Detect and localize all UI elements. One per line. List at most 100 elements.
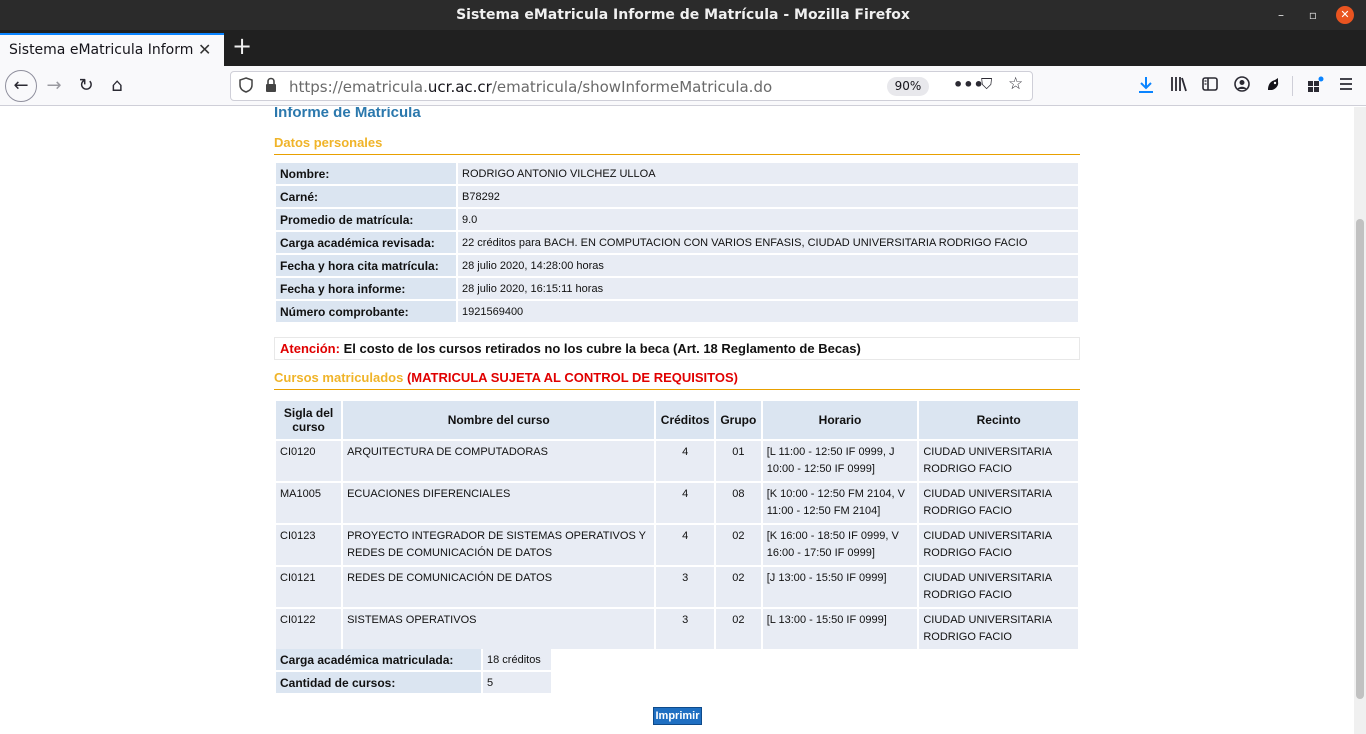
course-group: 02	[715, 567, 761, 607]
url-prefix: https://ematricula.	[289, 78, 428, 96]
field-value: 22 créditos para BACH. EN COMPUTACION CO…	[458, 232, 1078, 253]
column-header: Grupo	[715, 401, 761, 439]
section-divider	[274, 389, 1080, 390]
course-code: CI0120	[276, 441, 342, 481]
column-header: Sigla del curso	[276, 401, 342, 439]
print-button[interactable]: Imprimir	[653, 707, 702, 725]
close-window-button[interactable]: ✕	[1336, 6, 1354, 24]
summary-row: Cantidad de cursos: 5	[276, 672, 551, 693]
minimize-button[interactable]: –	[1272, 6, 1290, 24]
summary-row: Carga académica matriculada: 18 créditos	[276, 649, 551, 670]
field-value: 28 julio 2020, 16:15:11 horas	[458, 278, 1078, 299]
summary-value: 5	[483, 672, 551, 693]
home-button[interactable]: ⌂	[103, 72, 131, 100]
course-campus: CIUDAD UNIVERSITARIA RODRIGO FACIO	[919, 525, 1078, 565]
download-icon[interactable]	[1135, 76, 1157, 98]
lock-icon[interactable]	[265, 77, 277, 97]
course-schedule: [L 11:00 - 12:50 IF 0999, J 10:00 - 12:5…	[762, 441, 918, 481]
toolbar-separator	[1292, 76, 1293, 96]
tab-title: Sistema eMatricula Informe de Matrícula	[9, 42, 193, 58]
course-row: CI0122 SISTEMAS OPERATIVOS 3 02 [L 13:00 - 1…	[276, 609, 1078, 649]
page-actions-menu-icon[interactable]: •••	[953, 75, 984, 94]
field-value: 9.0	[458, 209, 1078, 230]
summary-label: Carga académica matriculada:	[276, 649, 481, 670]
library-icon[interactable]	[1168, 76, 1190, 96]
summary-value: 18 créditos	[483, 649, 551, 670]
field-label: Fecha y hora cita matrícula:	[276, 255, 456, 276]
tab-strip: Sistema eMatricula Informe de Matrícula …	[0, 30, 1366, 66]
field-value: B78292	[458, 186, 1078, 207]
shield-icon[interactable]	[239, 77, 253, 97]
menu-icon[interactable]	[1335, 76, 1357, 96]
scholarship-notice: Atención: El costo de los cursos retirad…	[274, 337, 1080, 360]
course-group: 01	[715, 441, 761, 481]
scrollbar-thumb[interactable]	[1356, 219, 1364, 699]
pocket-icon[interactable]: ⛉	[981, 75, 992, 93]
section-divider	[274, 154, 1080, 155]
browser-tab[interactable]: Sistema eMatricula Informe de Matrícula …	[0, 33, 224, 66]
puzzle-icon[interactable]	[1304, 76, 1326, 98]
field-value: 28 julio 2020, 14:28:00 horas	[458, 255, 1078, 276]
course-name: ECUACIONES DIFERENCIALES	[343, 483, 655, 523]
course-name: ARQUITECTURA DE COMPUTADORAS	[343, 441, 655, 481]
course-name: PROYECTO INTEGRADOR DE SISTEMAS OPERATIV…	[343, 525, 655, 565]
personal-row: Fecha y hora cita matrícula: 28 julio 202…	[276, 255, 1078, 276]
personal-row: Número comprobante: 1921569400	[276, 301, 1078, 322]
new-tab-button[interactable]: +	[230, 34, 254, 58]
extension-icon[interactable]	[1262, 76, 1284, 96]
course-name: REDES DE COMUNICACIÓN DE DATOS	[343, 567, 655, 607]
course-name: SISTEMAS OPERATIVOS	[343, 609, 655, 649]
page-title: Informe de Matrícula	[274, 107, 421, 121]
personal-row: Carga académica revisada: 22 créditos par…	[276, 232, 1078, 253]
field-label: Carga académica revisada:	[276, 232, 456, 253]
courses-section-label: Cursos matriculados	[274, 370, 404, 385]
column-header: Nombre del curso	[343, 401, 655, 439]
course-schedule: [K 16:00 - 18:50 IF 0999, V 16:00 - 17:5…	[762, 525, 918, 565]
field-label: Carné:	[276, 186, 456, 207]
course-group: 08	[715, 483, 761, 523]
personal-row: Fecha y hora informe: 28 julio 2020, 16:1…	[276, 278, 1078, 299]
course-campus: CIUDAD UNIVERSITARIA RODRIGO FACIO	[919, 609, 1078, 649]
column-header: Recinto	[919, 401, 1078, 439]
window-title: Sistema eMatricula Informe de Matrícula …	[456, 7, 910, 23]
navigation-toolbar: ← → ↻ ⌂ https://ematricula.ucr.ac.cr/ema…	[0, 66, 1366, 106]
courses-section-title: Cursos matriculados (MATRICULA SUJETA AL…	[274, 370, 738, 385]
course-row: CI0123 PROYECTO INTEGRADOR DE SISTEMAS OP…	[276, 525, 1078, 565]
course-group: 02	[715, 525, 761, 565]
field-label: Promedio de matrícula:	[276, 209, 456, 230]
sidebar-icon[interactable]	[1199, 76, 1221, 96]
tab-close-icon[interactable]: ✕	[198, 40, 211, 59]
course-code: CI0123	[276, 525, 342, 565]
course-group: 02	[715, 609, 761, 649]
url-domain: ucr.ac.cr	[427, 78, 492, 96]
column-header: Créditos	[656, 401, 714, 439]
course-credits: 4	[656, 483, 714, 523]
field-value: 1921569400	[458, 301, 1078, 322]
back-button[interactable]: ←	[5, 70, 37, 102]
course-row: MA1005 ECUACIONES DIFERENCIALES 4 08 [K 10:0…	[276, 483, 1078, 523]
personal-row: Promedio de matrícula: 9.0	[276, 209, 1078, 230]
summary-table: Carga académica matriculada: 18 créditos C…	[274, 647, 553, 695]
vertical-scrollbar[interactable]	[1354, 107, 1366, 734]
window-titlebar: Sistema eMatricula Informe de Matrícula …	[0, 0, 1366, 30]
field-label: Número comprobante:	[276, 301, 456, 322]
courses-requirement-note: (MATRICULA SUJETA AL CONTROL DE REQUISIT…	[403, 370, 738, 385]
course-schedule: [L 13:00 - 15:50 IF 0999]	[762, 609, 918, 649]
course-credits: 4	[656, 441, 714, 481]
notice-text: El costo de los cursos retirados no los …	[339, 341, 861, 356]
url-text[interactable]: https://ematricula.ucr.ac.cr/ematricula/…	[289, 78, 772, 96]
forward-button[interactable]: →	[40, 72, 68, 100]
account-icon[interactable]	[1231, 76, 1253, 96]
course-campus: CIUDAD UNIVERSITARIA RODRIGO FACIO	[919, 441, 1078, 481]
course-campus: CIUDAD UNIVERSITARIA RODRIGO FACIO	[919, 567, 1078, 607]
course-row: CI0120 ARQUITECTURA DE COMPUTADORAS 4 01 [L …	[276, 441, 1078, 481]
maximize-button[interactable]: ▫	[1304, 6, 1322, 24]
reload-button[interactable]: ↻	[72, 72, 100, 100]
course-code: CI0121	[276, 567, 342, 607]
bookmark-star-icon[interactable]: ☆	[1008, 74, 1023, 94]
url-bar[interactable]: https://ematricula.ucr.ac.cr/ematricula/…	[230, 71, 1033, 101]
zoom-level-badge[interactable]: 90%	[887, 77, 929, 96]
course-credits: 3	[656, 609, 714, 649]
personal-row: Carné: B78292	[276, 186, 1078, 207]
course-campus: CIUDAD UNIVERSITARIA RODRIGO FACIO	[919, 483, 1078, 523]
